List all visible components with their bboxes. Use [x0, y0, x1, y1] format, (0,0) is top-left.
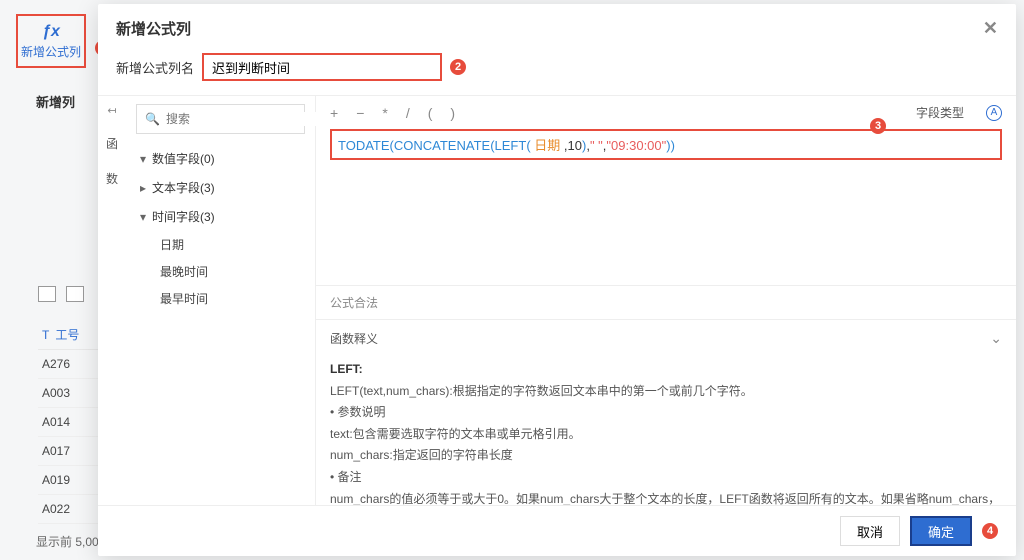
- name-row: 新增公式列名 2: [98, 53, 1016, 95]
- op-mult[interactable]: *: [382, 105, 387, 121]
- formula-text[interactable]: TODATE(CONCATENATE(LEFT( 日期 ,10)," ","09…: [330, 129, 1002, 160]
- left-section-title: 新增列: [36, 92, 75, 111]
- tree-leaf-earliest[interactable]: 最早时间: [136, 285, 305, 312]
- syntax-status: 公式合法: [316, 285, 1016, 319]
- help-line: num_chars:指定返回的字符串长度: [330, 445, 1002, 467]
- function-section-label: ↤ 函 数: [98, 96, 126, 505]
- row-count: 显示前 5,00: [36, 533, 99, 550]
- op-plus[interactable]: +: [330, 105, 338, 121]
- help-line: • 参数说明: [330, 402, 1002, 424]
- text-type-icon: T: [42, 328, 49, 342]
- modal-body: ↤ 函 数 🔍 数值字段(0) 文本字段(3) 时间字段(3) 日期 最晚时间 …: [98, 95, 1016, 505]
- split-view-icon[interactable]: [66, 286, 84, 302]
- function-panel: 🔍 数值字段(0) 文本字段(3) 时间字段(3) 日期 最晚时间 最早时间: [126, 96, 316, 505]
- add-formula-column-button[interactable]: ƒx 新增公式列: [16, 14, 86, 68]
- fn-char: 函: [106, 135, 118, 152]
- search-icon: 🔍: [145, 112, 160, 126]
- operator-bar: + − * / ( ) 字段类型 A: [316, 96, 1016, 129]
- tree-node-number[interactable]: 数值字段(0): [136, 144, 305, 173]
- fx-icon: ƒx: [42, 23, 60, 41]
- editor-area[interactable]: [316, 168, 1016, 285]
- search-box[interactable]: 🔍: [136, 104, 305, 134]
- help-line: num_chars的值必须等于或大于0。如果num_chars大于整个文本的长度…: [330, 489, 1002, 505]
- add-formula-modal: 新增公式列 ✕ 新增公式列名 2 ↤ 函 数 🔍 数值字段(0) 文本字段(3)…: [98, 4, 1016, 556]
- grid-view-icon[interactable]: [38, 286, 56, 302]
- badge-3: 3: [870, 118, 886, 134]
- op-minus[interactable]: −: [356, 105, 364, 121]
- tree-node-text[interactable]: 文本字段(3): [136, 173, 305, 202]
- ok-button[interactable]: 确定: [910, 516, 972, 546]
- chevron-down-icon[interactable]: ⌄: [990, 330, 1002, 347]
- badge-4: 4: [982, 523, 998, 539]
- collapse-icon[interactable]: ↤: [107, 104, 116, 117]
- badge-2: 2: [450, 59, 466, 75]
- op-lparen[interactable]: (: [428, 105, 433, 121]
- toolbar: ƒx 新增公式列: [16, 14, 104, 68]
- field-type-icon[interactable]: A: [986, 105, 1002, 121]
- op-div[interactable]: /: [406, 105, 410, 121]
- formula-editor: + − * / ( ) 字段类型 A TODATE(CONCATENATE(LE…: [316, 96, 1016, 505]
- formula-name-input[interactable]: [202, 53, 442, 81]
- help-header-row: 函数释义 ⌄: [316, 319, 1016, 355]
- help-line: LEFT(text,num_chars):根据指定的字符数返回文本串中的第一个或…: [330, 381, 1002, 403]
- field-tree: 数值字段(0) 文本字段(3) 时间字段(3) 日期 最晚时间 最早时间: [136, 144, 305, 312]
- help-line: • 备注: [330, 467, 1002, 489]
- modal-header: 新增公式列 ✕: [98, 4, 1016, 53]
- view-mode-icons: [38, 286, 84, 302]
- tree-node-time[interactable]: 时间字段(3): [136, 202, 305, 231]
- field-type-label: 字段类型: [916, 104, 964, 121]
- close-icon[interactable]: ✕: [983, 18, 998, 39]
- help-title: 函数释义: [330, 330, 378, 347]
- tree-leaf-date[interactable]: 日期: [136, 231, 305, 258]
- modal-footer: 取消 确定 4: [98, 505, 1016, 556]
- help-body: LEFT: LEFT(text,num_chars):根据指定的字符数返回文本串…: [316, 355, 1016, 505]
- search-input[interactable]: [166, 112, 321, 126]
- modal-title: 新增公式列: [116, 18, 191, 39]
- cancel-button[interactable]: 取消: [840, 516, 900, 546]
- op-rparen[interactable]: ): [450, 105, 455, 121]
- column-name: 工号: [55, 326, 79, 343]
- fn-char: 数: [106, 170, 118, 187]
- help-line: text:包含需要选取字符的文本串或单元格引用。: [330, 424, 1002, 446]
- help-fn-name: LEFT:: [330, 359, 1002, 381]
- tree-leaf-latest[interactable]: 最晚时间: [136, 258, 305, 285]
- fx-label: 新增公式列: [21, 43, 81, 60]
- name-label: 新增公式列名: [116, 58, 194, 77]
